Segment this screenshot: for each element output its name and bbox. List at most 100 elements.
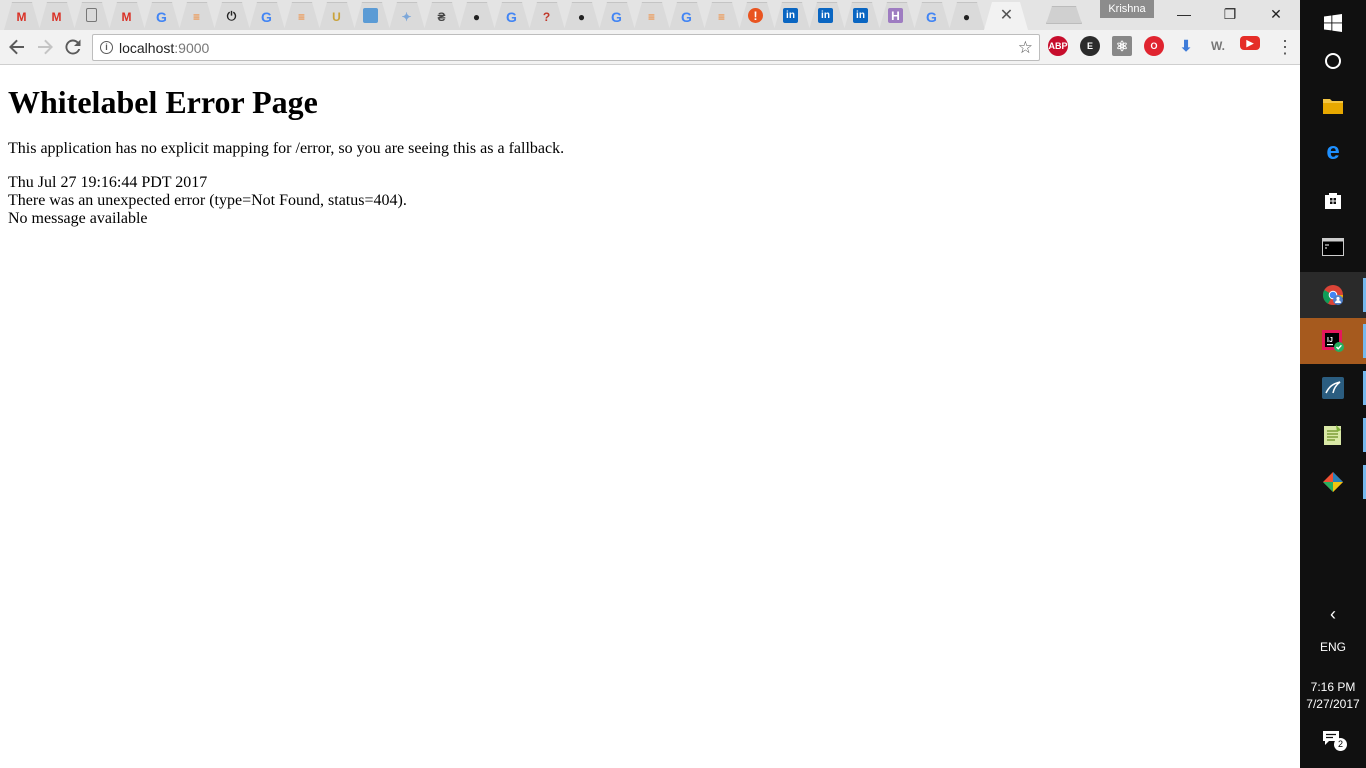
stackoverflow-icon: ≡ xyxy=(297,9,305,24)
tab[interactable] xyxy=(74,2,110,30)
clock-date[interactable]: 7/27/2017 xyxy=(1300,697,1366,711)
edge-button[interactable]: e xyxy=(1300,129,1366,175)
google-icon: G xyxy=(506,8,517,25)
cortana-circle-icon xyxy=(1325,53,1341,69)
google-icon: G xyxy=(261,8,272,25)
chrome-icon xyxy=(1322,285,1344,305)
tab-list: M M M G ≡ ⏻ G ≡ U ✦ ₴ ● G? ● G ≡ G ≡! in in in H G ● ✕ xyxy=(4,2,1028,30)
heroku-icon: H xyxy=(888,8,903,23)
windows-taskbar: e IJ ‹ ENG 7:16 PM 7/27/2017 2 xyxy=(1300,0,1366,768)
tab[interactable]: G xyxy=(494,2,530,30)
linkedin-icon: in xyxy=(818,8,833,23)
error-status-line: There was an unexpected error (type=Not … xyxy=(8,192,407,209)
tab[interactable]: M xyxy=(4,2,40,30)
cortana-button[interactable] xyxy=(1300,38,1366,84)
error-message: This application has no explicit mapping… xyxy=(8,140,565,157)
command-prompt-button[interactable] xyxy=(1300,224,1366,270)
sourcetree-taskbar-button[interactable] xyxy=(1300,459,1366,505)
back-button[interactable] xyxy=(6,36,28,58)
github-icon: ● xyxy=(962,9,971,24)
tab[interactable]: M xyxy=(39,2,75,30)
tab[interactable]: M xyxy=(109,2,145,30)
terminal-icon xyxy=(1322,238,1344,256)
tab[interactable]: in xyxy=(844,2,880,30)
svg-text:IJ: IJ xyxy=(1327,337,1333,344)
tab[interactable]: ? xyxy=(529,2,565,30)
tab[interactable]: ● xyxy=(564,2,600,30)
linkedin-icon: in xyxy=(783,8,798,23)
extension-bar: ABP E ⚛ O ⬇ W. ▶ xyxy=(1048,36,1272,58)
url-port: :9000 xyxy=(174,40,210,56)
arrow-right-icon xyxy=(38,39,53,55)
new-tab-button[interactable] xyxy=(1046,6,1082,24)
stackoverflow-icon: ≡ xyxy=(192,9,200,24)
tab[interactable]: ≡ xyxy=(634,2,670,30)
reload-button[interactable] xyxy=(62,36,84,58)
tab[interactable]: U xyxy=(319,2,355,30)
tab[interactable]: ₴ xyxy=(424,2,460,30)
gmail-icon: M xyxy=(16,9,27,24)
puzzle-icon: ✦ xyxy=(401,9,412,24)
page-title: Whitelabel Error Page xyxy=(8,84,318,120)
tab[interactable]: in xyxy=(774,2,810,30)
github-icon: ● xyxy=(577,9,586,24)
tab[interactable]: ! xyxy=(739,2,775,30)
gmail-icon: M xyxy=(121,9,132,24)
tab[interactable]: G xyxy=(144,2,180,30)
address-bar[interactable]: i localhost:9000 ☆ xyxy=(92,34,1040,61)
minimize-button[interactable]: — xyxy=(1161,0,1207,28)
document-icon xyxy=(86,8,97,22)
tab[interactable]: in xyxy=(809,2,845,30)
mysql-workbench-taskbar-button[interactable] xyxy=(1300,365,1366,411)
adblock-plus-icon[interactable]: ABP xyxy=(1048,36,1068,56)
bookmark-star-icon[interactable]: ☆ xyxy=(1018,38,1033,58)
chevron-left-icon[interactable]: ‹ xyxy=(1300,604,1366,625)
tab[interactable]: H xyxy=(879,2,915,30)
tab[interactable]: G xyxy=(599,2,635,30)
maximize-button[interactable]: ❐ xyxy=(1207,0,1253,28)
opera-icon[interactable]: O xyxy=(1144,36,1164,56)
intellij-taskbar-button[interactable]: IJ xyxy=(1300,318,1366,364)
tab[interactable]: ✦ xyxy=(389,2,425,30)
tab[interactable]: ⏻ xyxy=(214,2,250,30)
tab-active[interactable]: ✕ xyxy=(984,2,1028,30)
clock-time[interactable]: 7:16 PM xyxy=(1300,680,1366,694)
browser-menu-button[interactable]: ⋮ xyxy=(1276,36,1294,58)
tab[interactable]: ● xyxy=(459,2,495,30)
alert-icon: ! xyxy=(748,8,763,23)
close-window-button[interactable]: ✕ xyxy=(1253,0,1299,28)
chrome-taskbar-button[interactable] xyxy=(1300,272,1366,318)
page-content: Whitelabel Error Page This application h… xyxy=(0,66,1300,768)
google-icon: G xyxy=(611,8,622,25)
store-bag-icon xyxy=(1325,193,1341,209)
intellij-icon: IJ xyxy=(1322,330,1344,352)
tab[interactable]: G xyxy=(249,2,285,30)
power-icon: ⏻ xyxy=(226,9,237,23)
google-icon: G xyxy=(926,8,937,25)
tab[interactable]: ≡ xyxy=(179,2,215,30)
file-explorer-button[interactable] xyxy=(1300,83,1366,129)
tab[interactable]: ≡ xyxy=(284,2,320,30)
close-tab-icon[interactable]: ✕ xyxy=(998,7,1015,24)
tab-strip: M M M G ≡ ⏻ G ≡ U ✦ ₴ ● G? ● G ≡ G ≡! in in in H G ● ✕ Krishna —… xyxy=(0,0,1300,30)
youtube-icon[interactable]: ▶ xyxy=(1240,36,1260,50)
wappalyzer-icon[interactable]: W. xyxy=(1208,36,1228,56)
notepad-icon xyxy=(1324,425,1341,445)
evernote-icon[interactable]: E xyxy=(1080,36,1100,56)
tab[interactable]: G xyxy=(914,2,950,30)
tab[interactable]: ● xyxy=(949,2,985,30)
tab[interactable]: G xyxy=(669,2,705,30)
info-icon[interactable]: i xyxy=(100,41,113,54)
tab[interactable] xyxy=(354,2,390,30)
url-text[interactable]: localhost:9000 xyxy=(119,40,209,56)
profile-button[interactable]: Krishna xyxy=(1100,0,1154,18)
notepad-plus-taskbar-button[interactable] xyxy=(1300,412,1366,458)
store-button[interactable] xyxy=(1300,177,1366,223)
tab[interactable]: ≡ xyxy=(704,2,740,30)
download-icon[interactable]: ⬇ xyxy=(1176,36,1196,56)
forward-button[interactable] xyxy=(34,36,56,58)
react-devtools-icon[interactable]: ⚛ xyxy=(1112,36,1132,56)
language-indicator[interactable]: ENG xyxy=(1300,640,1366,654)
arrow-left-icon xyxy=(9,39,24,55)
action-center-button[interactable]: 2 xyxy=(1322,730,1347,751)
